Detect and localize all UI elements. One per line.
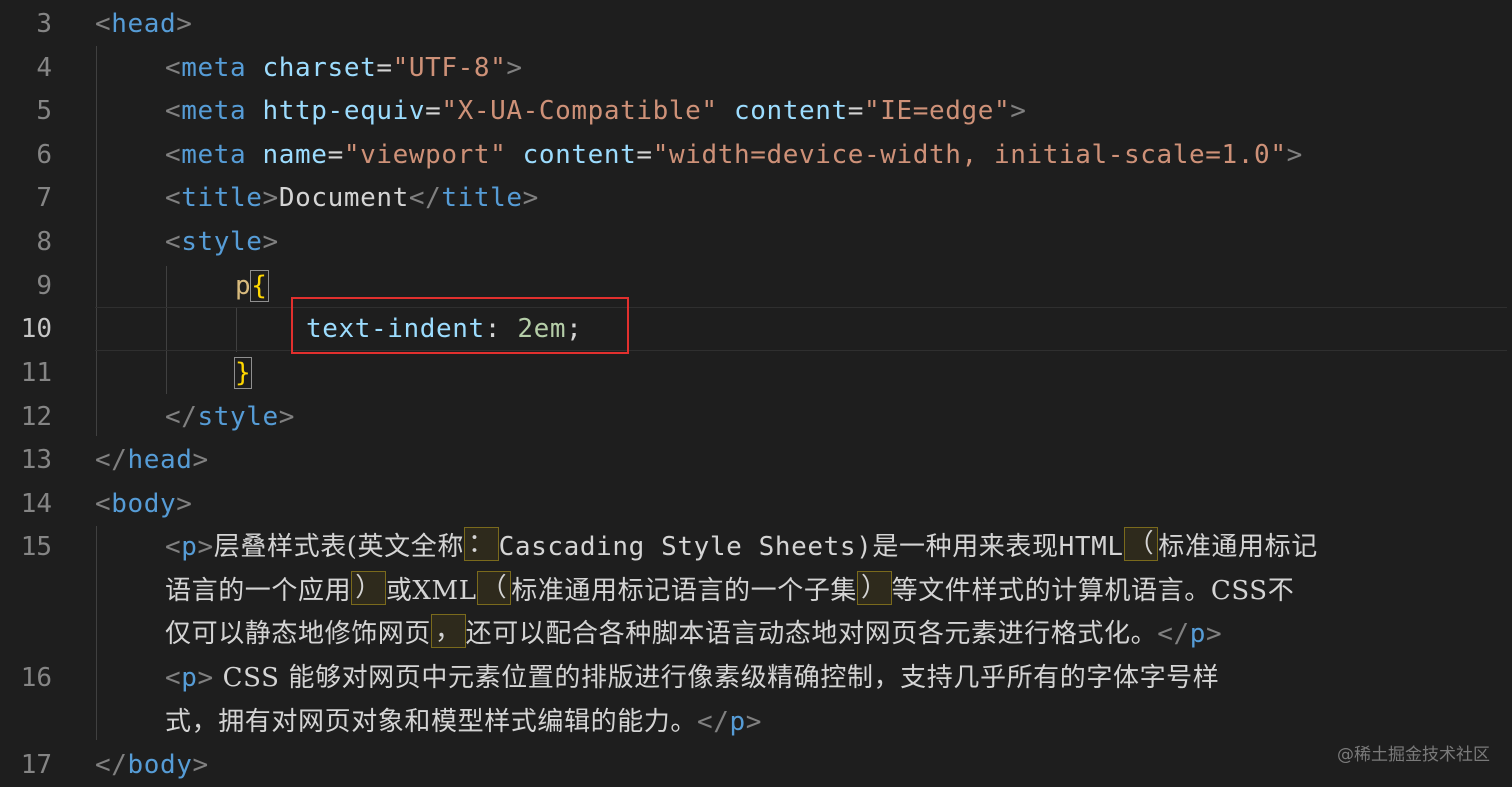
code-line[interactable]: 12 </style> [0,395,1512,439]
line-number: 5 [36,96,52,126]
line-number: 11 [20,358,52,388]
line-number: 15 [20,532,52,562]
line-number: 9 [36,271,52,301]
line-content: <meta http-equiv="X-UA-Compatible" conte… [165,96,1027,126]
code-line[interactable]: 11 } [0,351,1512,395]
line-number: 7 [36,183,52,213]
paragraph-line-16-row-2: 式，拥有对网页对象和模型样式编辑的能力。</p> [165,707,763,737]
code-line[interactable]: 9 p{ [0,264,1512,308]
line-number: 14 [20,489,52,519]
code-line[interactable]: 4 <meta charset="UTF-8"> [0,46,1512,90]
code-line-active[interactable]: 10 text-indent: 2em; [0,307,1512,351]
css-selector: p [235,271,252,301]
line-content: <meta name="viewport" content="width=dev… [165,140,1303,170]
open-brace: { [250,270,269,302]
code-line[interactable]: 3 <head> [0,2,1512,46]
unicode-highlight[interactable]: （ [476,571,512,605]
watermark: @稀土掘金技术社区 [1337,745,1490,765]
line-number: 8 [36,227,52,257]
line-content: <style> [165,227,279,257]
paragraph-line-15-row-2: 语言的一个应用）或XML （标准通用标记语言的一个子集）等文件样式的计算机语言。C… [165,571,1295,606]
line-number: 3 [36,9,52,39]
line-number: 6 [36,140,52,170]
code-line[interactable]: 6 <meta name="viewport" content="width=d… [0,133,1512,177]
code-editor[interactable]: 3 <head> 4 <meta charset="UTF-8"> 5 <met… [0,0,1512,783]
line-number: 10 [20,314,52,344]
unicode-highlight[interactable]: ： [463,527,499,561]
unicode-highlight[interactable]: ） [857,571,892,605]
annotation-highlight-box [291,297,629,354]
line-content: <title>Document</title> [165,183,539,213]
code-line[interactable]: 14 <body> [0,482,1512,526]
line-number: 16 [20,663,52,693]
line-content: p{ [235,264,269,308]
paragraph-line-15-row-1: <p>层叠样式表(英文全称： Cascading Style Sheets)是一种… [165,527,1318,562]
line-number: 17 [20,750,52,780]
line-number: 4 [36,53,52,83]
line-content: </style> [165,402,296,432]
unicode-highlight[interactable]: （ [1123,527,1159,561]
line-content: <head> [95,9,193,39]
code-line[interactable]: 17 </body> [0,743,1512,787]
code-line[interactable]: 5 <meta http-equiv="X-UA-Compatible" con… [0,89,1512,133]
unicode-highlight[interactable]: ） [351,571,386,605]
code-line[interactable]: 8 <style> [0,220,1512,264]
paragraph-line-15-row-3: 仅可以静态地修饰网页，还可以配合各种脚本语言动态地对网页各元素进行格式化。</p… [165,614,1223,649]
line-number: 13 [20,445,52,475]
paragraph-line-16-row-1: <p> CSS 能够对网页中元素位置的排版进行像素级精确控制，支持几乎所有的字体… [165,663,1220,693]
line-content: <body> [95,489,193,519]
line-content: } [233,351,253,395]
line-content: </body> [95,750,209,780]
unicode-highlight[interactable]: ， [431,614,466,648]
line-content: <meta charset="UTF-8"> [165,53,523,83]
code-line[interactable]: 13 </head> [0,438,1512,482]
line-content: </head> [95,445,209,475]
code-line[interactable]: 7 <title>Document</title> [0,176,1512,220]
line-number: 12 [20,402,52,432]
close-brace: } [233,357,253,389]
